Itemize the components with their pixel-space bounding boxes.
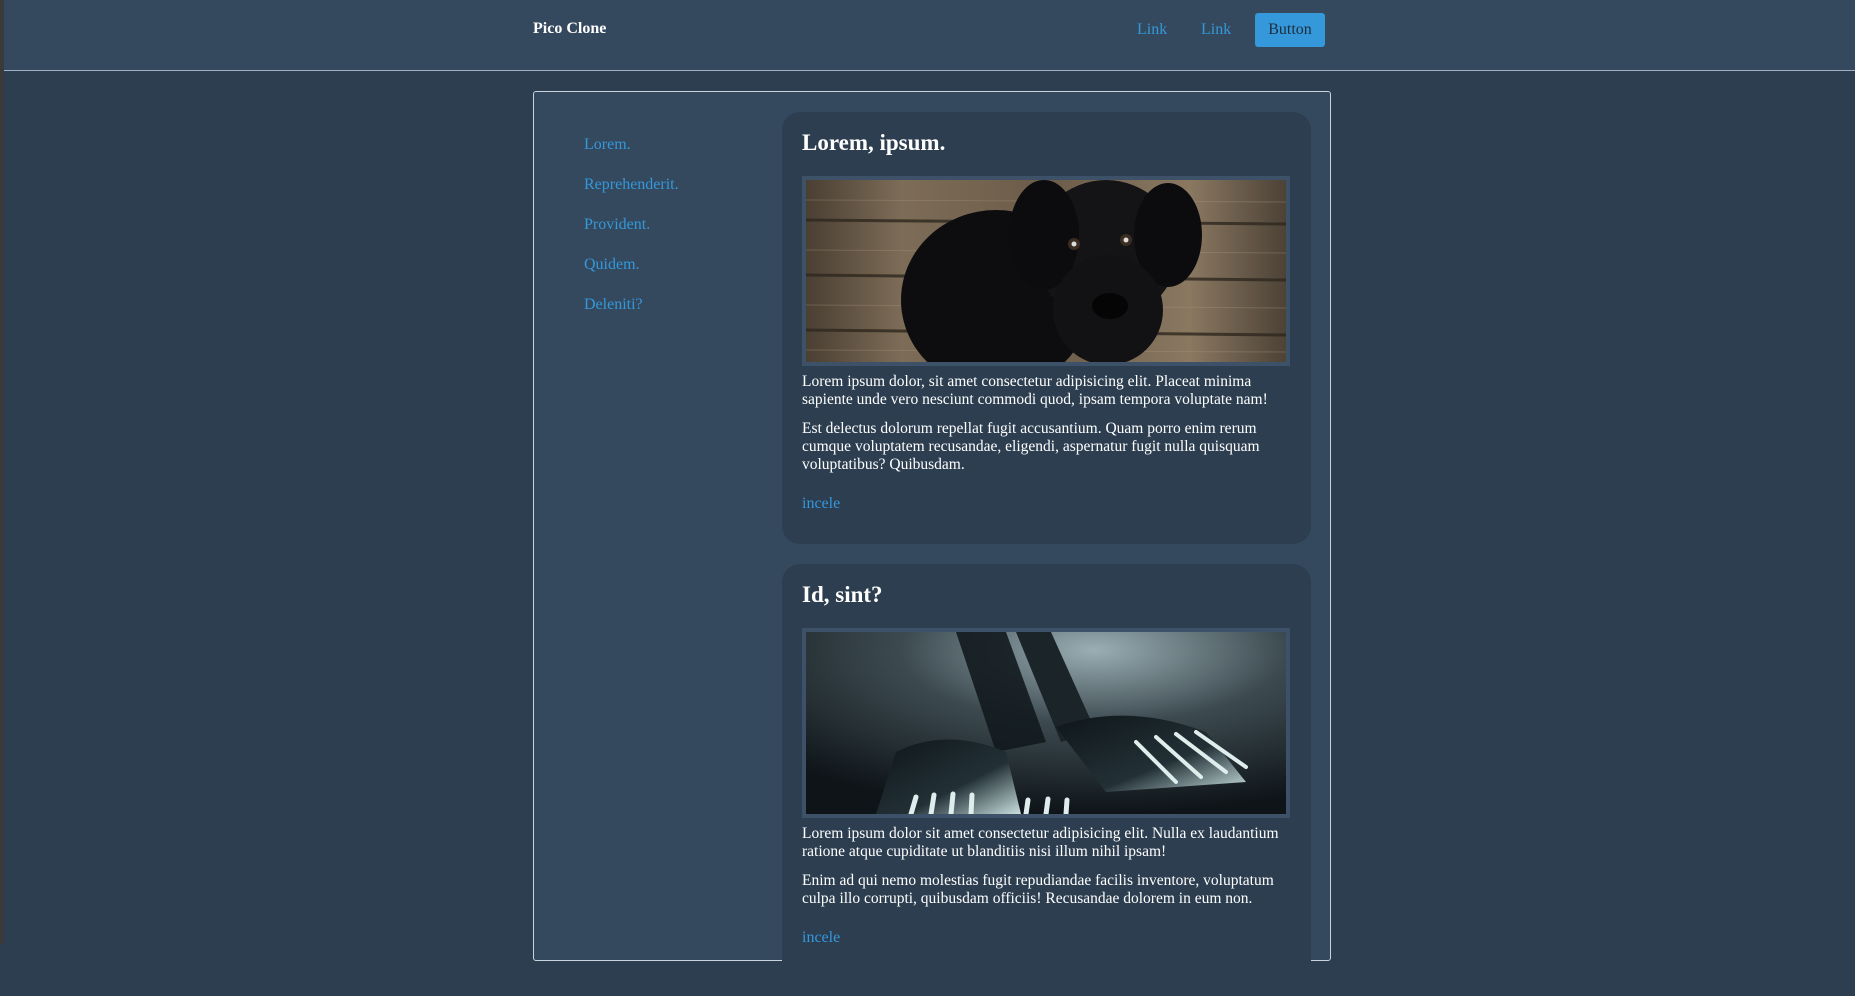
card-title: Lorem, ipsum. bbox=[802, 130, 946, 155]
sidebar-item-lorem[interactable]: Lorem. bbox=[584, 136, 679, 176]
article-card: Lorem, ipsum. Lorem ipsum dolor, sit ame… bbox=[782, 112, 1311, 544]
read-more-link[interactable]: incele bbox=[802, 929, 1291, 947]
sidebar-item-quidem[interactable]: Quidem. bbox=[584, 256, 679, 296]
read-more-link[interactable]: incele bbox=[802, 495, 1291, 513]
main-container: Lorem. Reprehenderit. Provident. Quidem.… bbox=[533, 91, 1331, 996]
nav-button[interactable]: Button bbox=[1255, 13, 1325, 47]
article-card: Id, sint? Lorem ipsum dolor sit amet con… bbox=[782, 564, 1311, 996]
forks-photo bbox=[806, 632, 1286, 814]
card-image-frame bbox=[802, 628, 1290, 818]
top-navbar: Pico Clone Link Link Button bbox=[4, 0, 1855, 71]
sidebar-nav: Lorem. Reprehenderit. Provident. Quidem.… bbox=[584, 136, 679, 336]
brand-title[interactable]: Pico Clone bbox=[533, 20, 606, 38]
card-paragraph: Enim ad qui nemo molestias fugit repudia… bbox=[802, 872, 1274, 907]
black-puppy-photo bbox=[806, 180, 1286, 362]
sidebar-item-reprehenderit[interactable]: Reprehenderit. bbox=[584, 176, 679, 216]
window-edge bbox=[0, 0, 4, 944]
card-paragraph: Est delectus dolorum repellat fugit accu… bbox=[802, 420, 1260, 473]
nav-link-1[interactable]: Link bbox=[1137, 21, 1167, 39]
sidebar-item-provident[interactable]: Provident. bbox=[584, 216, 679, 256]
card-title: Id, sint? bbox=[802, 582, 883, 607]
nav-link-2[interactable]: Link bbox=[1201, 21, 1231, 39]
card-paragraph: Lorem ipsum dolor, sit amet consectetur … bbox=[802, 373, 1268, 408]
card-image-frame bbox=[802, 176, 1290, 366]
sidebar-item-deleniti[interactable]: Deleniti? bbox=[584, 296, 679, 336]
card-paragraph: Lorem ipsum dolor sit amet consectetur a… bbox=[802, 825, 1279, 860]
